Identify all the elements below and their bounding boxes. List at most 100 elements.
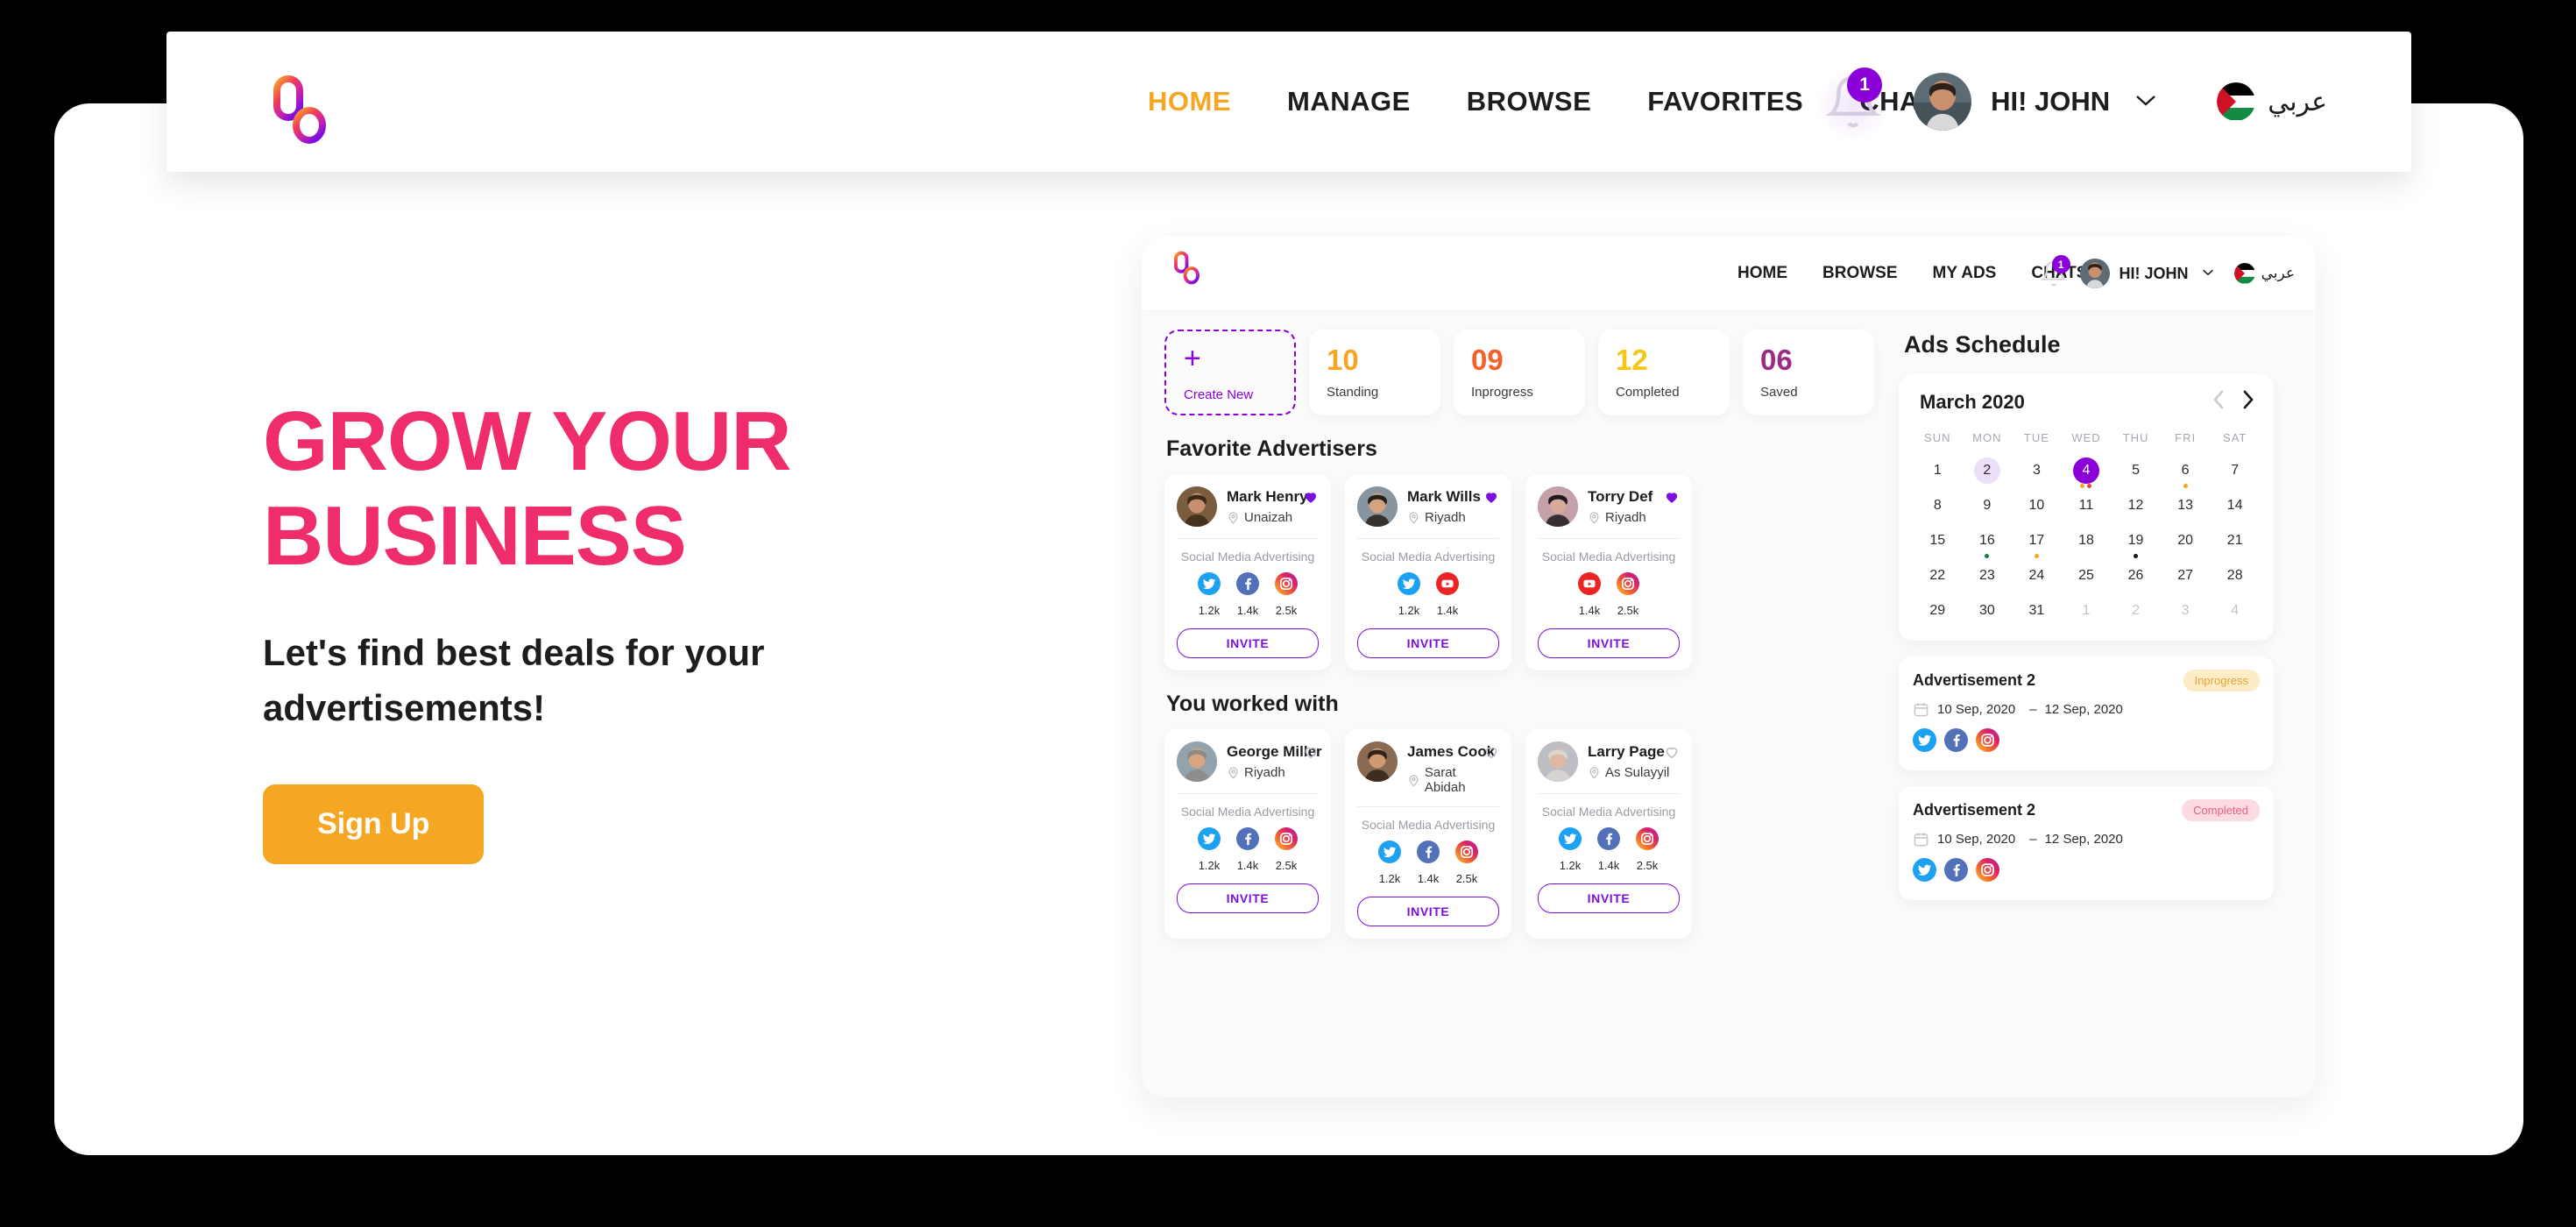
calendar-day[interactable]: 27 (2161, 558, 2211, 593)
calendar-day[interactable]: 5 (2111, 453, 2161, 488)
calendar-day[interactable]: 7 (2210, 453, 2260, 488)
social-icon-twitter[interactable] (1913, 858, 1936, 886)
user-greeting[interactable]: HI! JOHN (1991, 86, 2110, 117)
invite-button[interactable]: INVITE (1538, 628, 1680, 658)
chevron-left-icon[interactable] (2212, 390, 2224, 414)
chevron-right-icon[interactable] (2243, 390, 2254, 414)
heart-filled-icon[interactable] (1303, 489, 1319, 505)
calendar-day[interactable]: 31 (2012, 593, 2062, 628)
social-stat-twitter[interactable]: 1.2k (1398, 572, 1420, 617)
social-icon-twitter[interactable] (1913, 728, 1936, 756)
social-stat-twitter[interactable]: 1.2k (1559, 827, 1582, 872)
advertiser-card[interactable]: Mark Wills Riyadh Social Media Advertisi… (1345, 474, 1511, 670)
stat-card-saved[interactable]: 06 Saved (1743, 330, 1874, 415)
calendar-day[interactable]: 12 (2111, 488, 2161, 523)
calendar-day[interactable]: 22 (1913, 558, 1963, 593)
calendar-day[interactable]: 9 (1963, 488, 2013, 523)
nav-item-manage[interactable]: MANAGE (1287, 86, 1411, 117)
advertiser-card[interactable]: George Miller Riyadh Social Media Advert… (1164, 729, 1331, 939)
dashboard-user-greeting[interactable]: HI! JOHN (2120, 265, 2189, 283)
advertiser-card[interactable]: Mark Henry Unaizah Social Media Advertis… (1164, 474, 1331, 670)
calendar-day[interactable]: 4 (2210, 593, 2260, 628)
heart-filled-icon[interactable] (1664, 489, 1680, 505)
dashboard-language-switcher[interactable]: عربي (2233, 263, 2295, 284)
advertisement-card[interactable]: Advertisement 2 Completed 10 Sep, 2020 –… (1899, 786, 2274, 900)
social-stat-twitter[interactable]: 1.2k (1378, 840, 1401, 885)
calendar-day[interactable]: 6 (2161, 453, 2211, 488)
sign-up-button[interactable]: Sign Up (263, 784, 485, 865)
favorite-toggle[interactable] (1483, 744, 1499, 764)
calendar-day[interactable]: 25 (2062, 558, 2112, 593)
calendar-day[interactable]: 20 (2161, 523, 2211, 558)
social-stat-instagram[interactable]: 2.5k (1275, 572, 1298, 617)
social-stat-twitter[interactable]: 1.2k (1198, 572, 1221, 617)
dashboard-brand-logo[interactable] (1173, 251, 1200, 290)
heart-outline-icon[interactable] (1303, 744, 1319, 760)
calendar-day[interactable]: 16 (1963, 523, 2013, 558)
calendar-day[interactable]: 11 (2062, 488, 2112, 523)
calendar-day[interactable]: 15 (1913, 523, 1963, 558)
social-stat-youtube[interactable]: 1.4k (1436, 572, 1459, 617)
advertiser-card[interactable]: James Cook Sarat Abidah Social Media Adv… (1345, 729, 1511, 939)
calendar-day[interactable]: 14 (2210, 488, 2260, 523)
calendar-day[interactable]: 4 (2062, 453, 2112, 488)
calendar-day[interactable]: 8 (1913, 488, 1963, 523)
brand-logo[interactable] (272, 75, 326, 150)
calendar-day[interactable]: 2 (1963, 453, 2013, 488)
calendar-day[interactable]: 3 (2161, 593, 2211, 628)
nav-item-home[interactable]: HOME (1148, 86, 1231, 117)
social-stat-facebook[interactable]: 1.4k (1597, 827, 1620, 872)
social-stat-facebook[interactable]: 1.4k (1417, 840, 1440, 885)
stat-card-completed[interactable]: 12 Completed (1598, 330, 1730, 415)
dashboard-nav-browse[interactable]: BROWSE (1822, 264, 1898, 283)
social-stat-facebook[interactable]: 1.4k (1236, 827, 1259, 872)
advertisement-card[interactable]: Advertisement 2 Inprogress 10 Sep, 2020 … (1899, 656, 2274, 770)
calendar-day[interactable]: 28 (2210, 558, 2260, 593)
heart-filled-icon[interactable] (1483, 489, 1499, 505)
calendar-day[interactable]: 13 (2161, 488, 2211, 523)
social-icon-facebook[interactable] (1944, 728, 1968, 756)
calendar-day[interactable]: 29 (1913, 593, 1963, 628)
invite-button[interactable]: INVITE (1538, 883, 1680, 913)
invite-button[interactable]: INVITE (1357, 628, 1499, 658)
stat-card-inprogress[interactable]: 09 Inprogress (1454, 330, 1585, 415)
calendar-day[interactable]: 1 (2062, 593, 2112, 628)
favorite-toggle[interactable] (1303, 489, 1319, 509)
social-icon-facebook[interactable] (1944, 858, 1968, 886)
social-stat-instagram[interactable]: 2.5k (1617, 572, 1639, 617)
chevron-down-icon[interactable] (2201, 266, 2215, 281)
favorite-toggle[interactable] (1664, 744, 1680, 764)
language-switcher[interactable]: عربي (2217, 82, 2327, 121)
calendar-day[interactable]: 1 (1913, 453, 1963, 488)
social-stat-instagram[interactable]: 2.5k (1455, 840, 1478, 885)
stat-card-standing[interactable]: 10 Standing (1309, 330, 1440, 415)
dashboard-avatar[interactable] (2079, 259, 2110, 288)
calendar-day[interactable]: 2 (2111, 593, 2161, 628)
calendar-day[interactable]: 21 (2210, 523, 2260, 558)
favorite-toggle[interactable] (1303, 744, 1319, 764)
invite-button[interactable]: INVITE (1177, 628, 1319, 658)
social-stat-instagram[interactable]: 2.5k (1636, 827, 1659, 872)
create-new-card[interactable]: + Create New (1164, 330, 1296, 415)
social-icon-instagram[interactable] (1976, 858, 1999, 886)
nav-item-favorites[interactable]: FAVORITES (1647, 86, 1803, 117)
avatar[interactable] (1914, 73, 1972, 131)
calendar-day[interactable]: 23 (1963, 558, 2013, 593)
invite-button[interactable]: INVITE (1177, 883, 1319, 913)
favorite-toggle[interactable] (1664, 489, 1680, 509)
calendar-day[interactable]: 17 (2012, 523, 2062, 558)
dashboard-notifications-button[interactable]: 1 (2040, 255, 2070, 287)
dashboard-nav-home[interactable]: HOME (1737, 264, 1787, 283)
favorite-toggle[interactable] (1483, 489, 1499, 509)
calendar-day[interactable]: 10 (2012, 488, 2062, 523)
social-stat-facebook[interactable]: 1.4k (1236, 572, 1259, 617)
nav-item-browse[interactable]: BROWSE (1467, 86, 1592, 117)
dashboard-nav-my-ads[interactable]: MY ADS (1933, 264, 1997, 283)
heart-outline-icon[interactable] (1664, 744, 1680, 760)
calendar-day[interactable]: 3 (2012, 453, 2062, 488)
calendar-day[interactable]: 19 (2111, 523, 2161, 558)
social-icon-instagram[interactable] (1976, 728, 1999, 756)
calendar-day[interactable]: 26 (2111, 558, 2161, 593)
social-stat-instagram[interactable]: 2.5k (1275, 827, 1298, 872)
notifications-button[interactable]: 1 (1815, 67, 1892, 143)
